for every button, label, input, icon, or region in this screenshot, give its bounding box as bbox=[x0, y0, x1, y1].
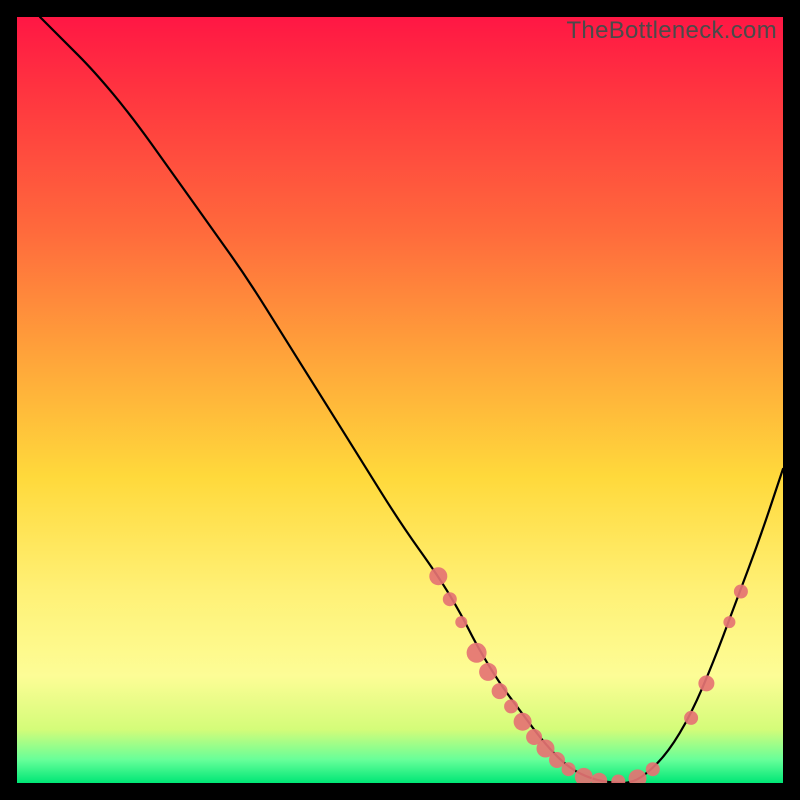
data-point bbox=[429, 567, 447, 585]
data-point bbox=[479, 663, 497, 681]
bottleneck-plot bbox=[17, 17, 783, 783]
data-point bbox=[492, 683, 508, 699]
data-point bbox=[698, 675, 714, 691]
data-point bbox=[455, 616, 467, 628]
data-points bbox=[429, 567, 748, 783]
data-point bbox=[629, 769, 647, 783]
data-point bbox=[734, 585, 748, 599]
data-point bbox=[646, 762, 660, 776]
chart-area: TheBottleneck.com bbox=[17, 17, 783, 783]
data-point bbox=[684, 711, 698, 725]
data-point bbox=[443, 592, 457, 606]
bottleneck-curve bbox=[40, 17, 783, 783]
data-point bbox=[723, 616, 735, 628]
data-point bbox=[514, 713, 532, 731]
data-point bbox=[591, 773, 607, 783]
data-point bbox=[504, 699, 518, 713]
data-point bbox=[562, 762, 576, 776]
data-point bbox=[467, 643, 487, 663]
data-point bbox=[611, 775, 625, 784]
data-point bbox=[575, 768, 593, 783]
